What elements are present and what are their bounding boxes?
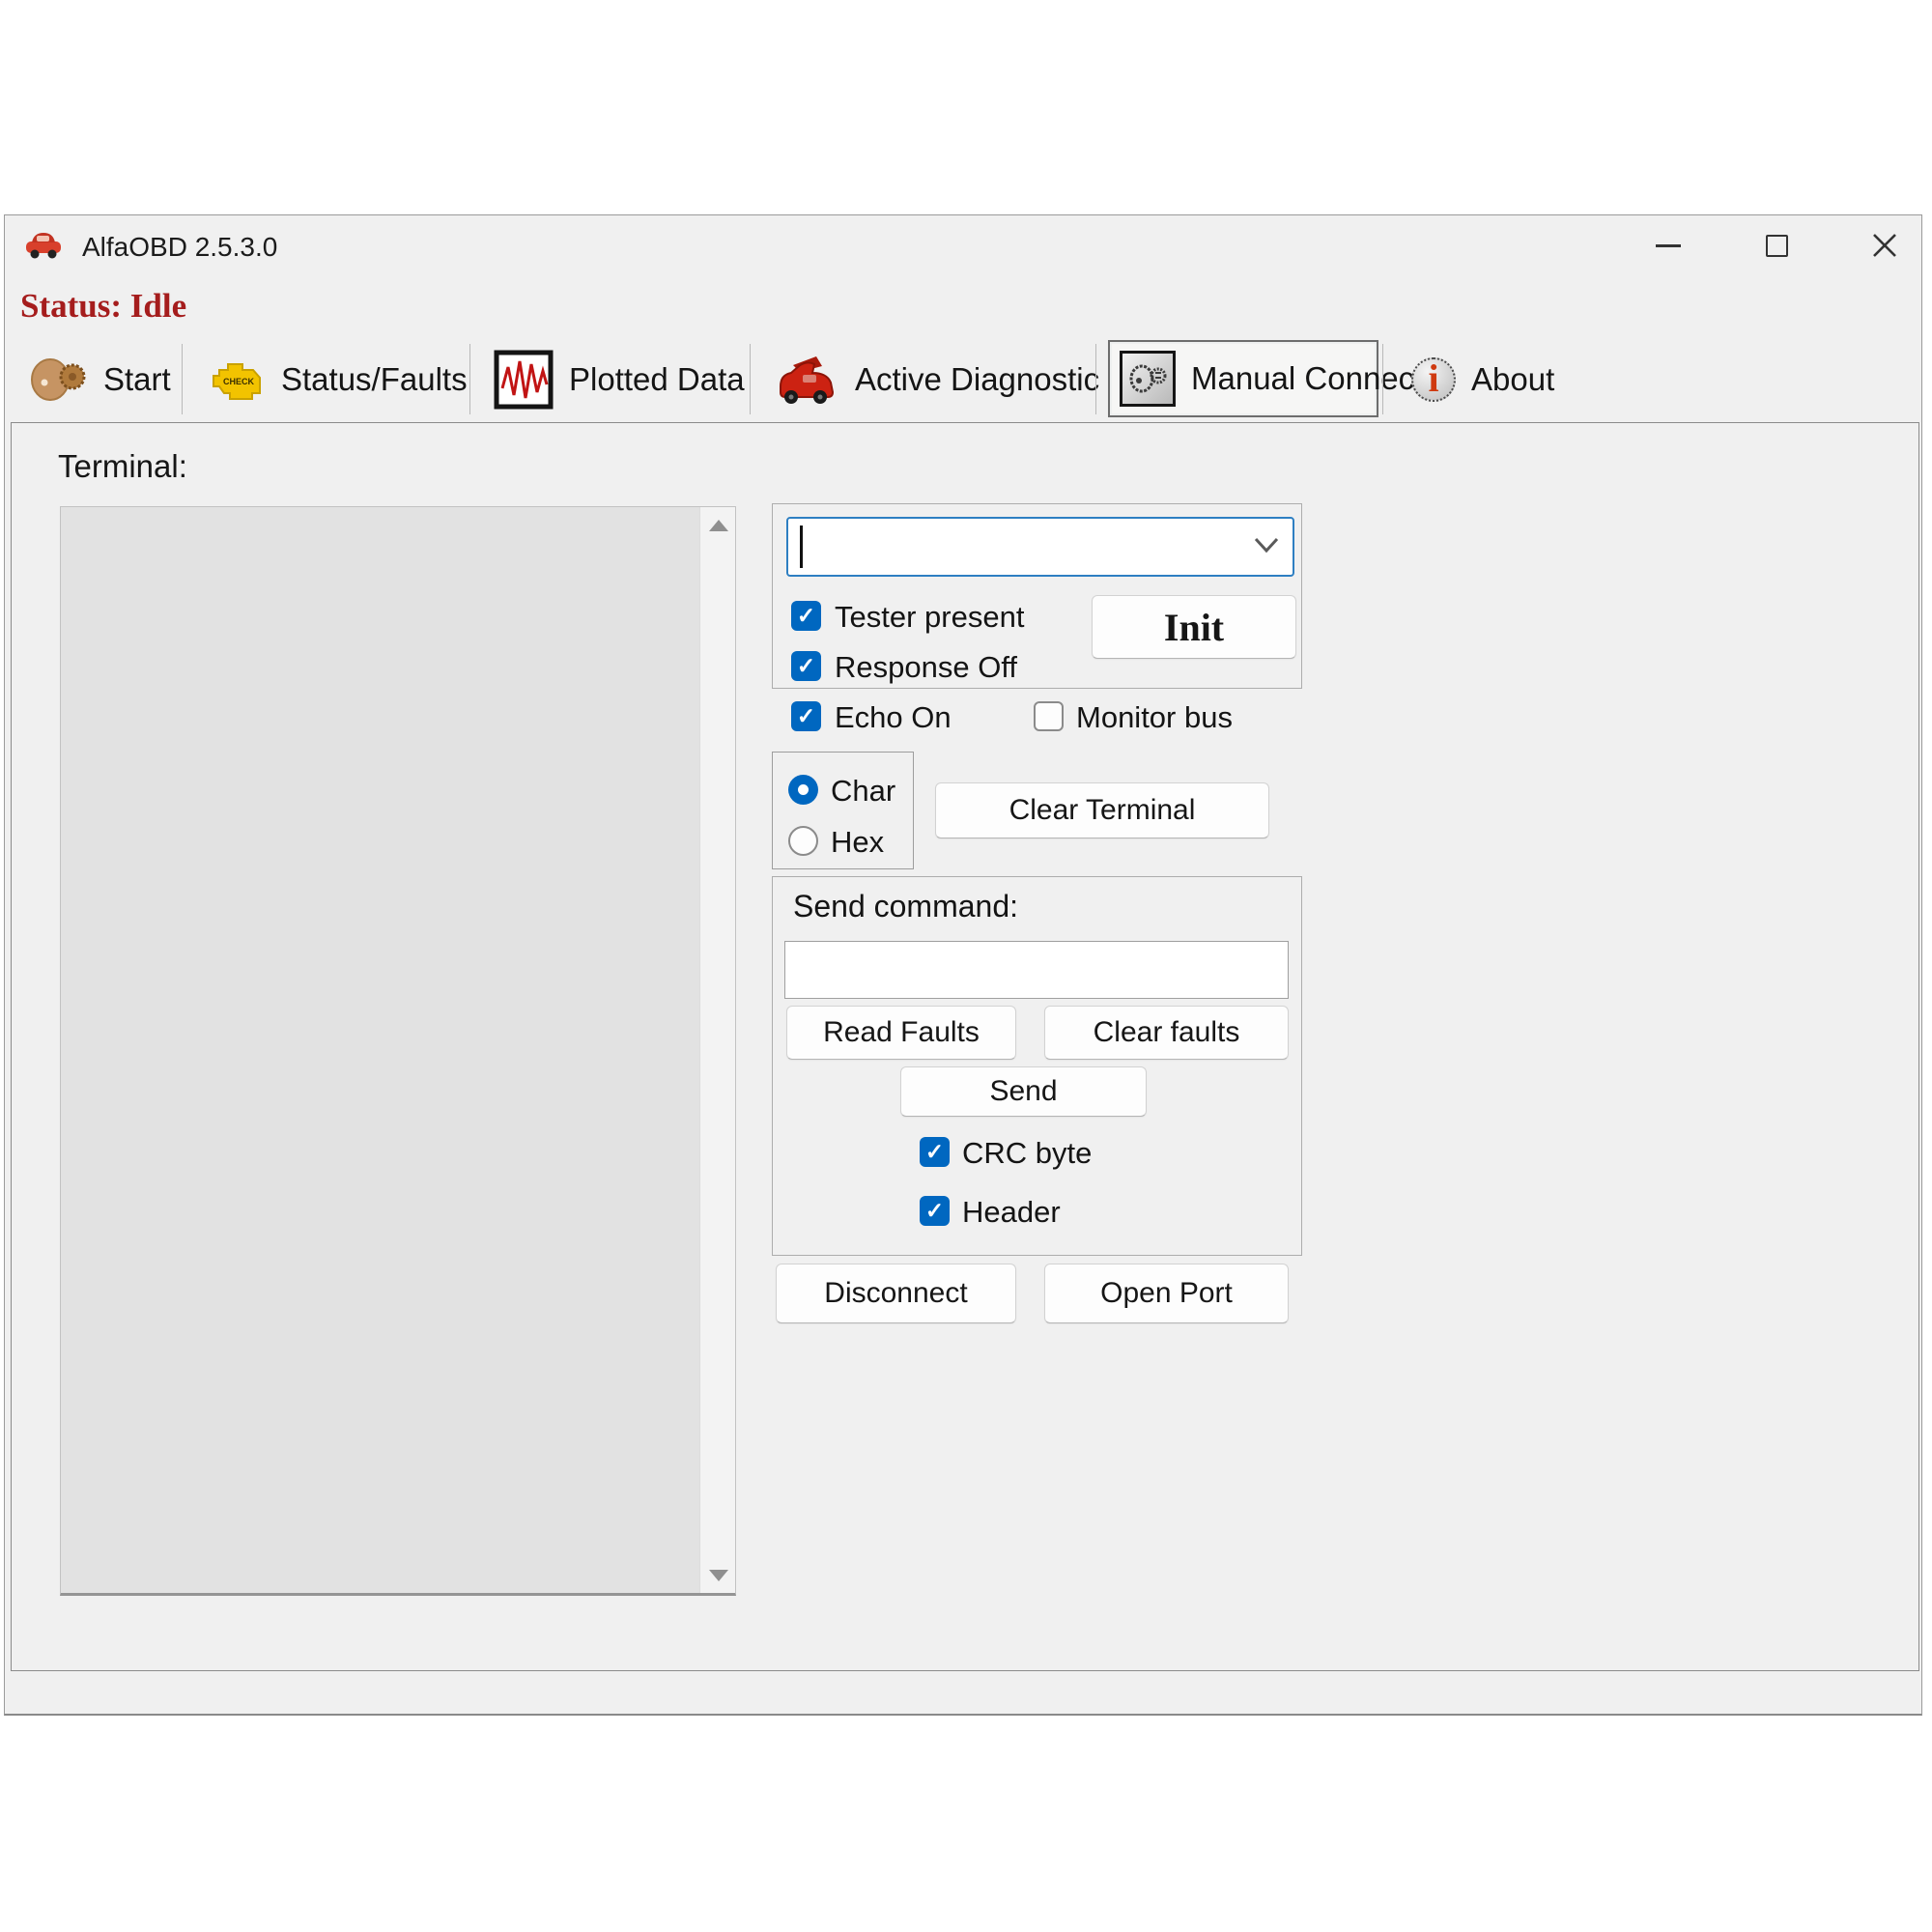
close-button[interactable]	[1860, 223, 1910, 268]
window-title: AlfaOBD 2.5.3.0	[82, 232, 277, 263]
scroll-down-button[interactable]	[700, 1557, 736, 1593]
send-command-label: Send command:	[793, 889, 1018, 924]
tab-label: About	[1471, 361, 1554, 398]
tab-label: Start	[103, 361, 171, 398]
app-window: AlfaOBD 2.5.3.0 Status: Idle Start	[4, 214, 1922, 1716]
tab-status-faults[interactable]: CHECK Status/Faults	[200, 339, 463, 420]
car-open-hood-icon	[774, 352, 839, 408]
send-button[interactable]: Send	[900, 1066, 1147, 1117]
ignition-key-icon	[28, 352, 88, 408]
terminal-text	[61, 507, 699, 1593]
send-command-input[interactable]	[784, 941, 1289, 999]
tab-start[interactable]: Start	[18, 339, 183, 420]
connector-icon	[1120, 351, 1176, 407]
header-checkbox[interactable]	[920, 1196, 950, 1226]
tab-active-diagnostic[interactable]: Active Diagnostic	[764, 339, 1093, 420]
char-radio-label: Char	[831, 774, 895, 809]
tab-separator	[1382, 344, 1383, 414]
tab-about[interactable]: About	[1402, 339, 1634, 420]
minimize-button[interactable]	[1643, 223, 1693, 268]
maximize-icon	[1766, 235, 1788, 257]
tester-present-checkbox[interactable]	[791, 601, 821, 631]
manual-connect-panel: Terminal: Tester present Init Response O…	[11, 422, 1919, 1671]
close-icon	[1872, 233, 1897, 258]
tab-label: Status/Faults	[281, 361, 468, 398]
char-radio[interactable]	[788, 775, 818, 805]
chevron-down-icon	[1252, 534, 1281, 555]
text-caret	[800, 526, 803, 568]
status-text: Status: Idle	[20, 287, 186, 326]
titlebar: AlfaOBD 2.5.3.0	[5, 215, 1921, 275]
clear-terminal-button[interactable]: Clear Terminal	[935, 782, 1269, 838]
terminal-scrollbar[interactable]	[699, 507, 735, 1593]
tab-label: Active Diagnostic	[855, 361, 1099, 398]
tab-label: Plotted Data	[569, 361, 745, 398]
crc-byte-checkbox[interactable]	[920, 1137, 950, 1167]
echo-on-checkbox[interactable]	[791, 701, 821, 731]
crc-byte-label: CRC byte	[962, 1136, 1092, 1171]
response-off-checkbox[interactable]	[791, 651, 821, 681]
tab-separator	[182, 344, 183, 414]
app-logo-car-icon	[24, 228, 63, 263]
hex-radio[interactable]	[788, 826, 818, 856]
header-label: Header	[962, 1195, 1061, 1230]
terminal-output[interactable]	[60, 506, 736, 1596]
init-button[interactable]: Init	[1092, 595, 1296, 659]
tab-separator	[469, 344, 470, 414]
hex-radio-label: Hex	[831, 825, 884, 860]
info-icon	[1411, 357, 1456, 402]
monitor-bus-label: Monitor bus	[1076, 700, 1233, 735]
tester-present-label: Tester present	[835, 600, 1024, 635]
echo-on-label: Echo On	[835, 700, 952, 735]
tab-separator	[750, 344, 751, 414]
svg-text:CHECK: CHECK	[223, 377, 255, 386]
tab-separator	[1095, 344, 1096, 414]
terminal-label: Terminal:	[58, 448, 187, 485]
arrow-down-icon	[709, 1570, 728, 1581]
minimize-icon	[1656, 244, 1681, 247]
device-combobox[interactable]	[786, 517, 1294, 577]
response-off-label: Response Off	[835, 650, 1017, 685]
maximize-button[interactable]	[1751, 223, 1802, 268]
arrow-up-icon	[709, 520, 728, 531]
disconnect-button[interactable]: Disconnect	[776, 1264, 1016, 1323]
tab-plotted-data[interactable]: Plotted Data	[484, 339, 747, 420]
tab-label: Manual Connect	[1191, 360, 1423, 397]
open-port-button[interactable]: Open Port	[1044, 1264, 1289, 1323]
waveform-icon	[494, 350, 554, 410]
tabbar: Start CHECK Status/Faults Plotted Data	[11, 339, 1919, 420]
clear-faults-button[interactable]: Clear faults	[1044, 1006, 1289, 1060]
monitor-bus-checkbox[interactable]	[1034, 701, 1064, 731]
scroll-up-button[interactable]	[700, 507, 736, 543]
check-engine-icon: CHECK	[210, 356, 266, 403]
read-faults-button[interactable]: Read Faults	[786, 1006, 1016, 1060]
tab-manual-connect[interactable]: Manual Connect	[1108, 340, 1378, 417]
